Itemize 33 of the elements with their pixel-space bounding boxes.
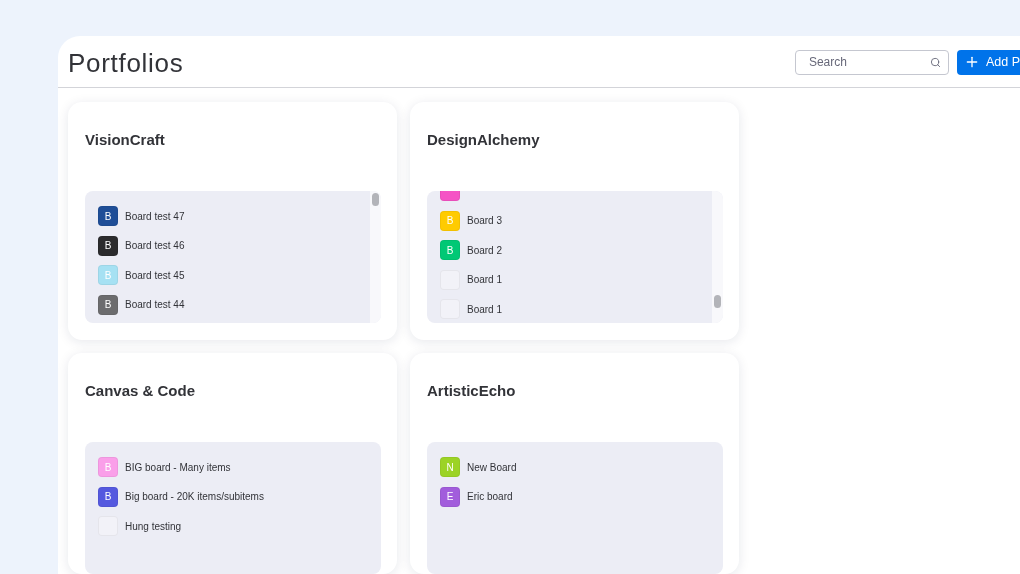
board-item[interactable]: B Board test 47 bbox=[98, 206, 185, 226]
board-avatar: B bbox=[98, 235, 118, 256]
portfolio-title: DesignAlchemy bbox=[427, 130, 540, 150]
board-item[interactable]: B Board test 44 bbox=[98, 294, 185, 315]
search-icon bbox=[929, 56, 941, 68]
add-button[interactable]: Add P bbox=[956, 49, 1020, 75]
portfolio-title: ArtisticEcho bbox=[427, 381, 516, 401]
scrollbar-thumb[interactable] bbox=[714, 295, 721, 308]
portfolio-title: Canvas & Code bbox=[85, 381, 196, 401]
board-avatar: N bbox=[440, 457, 460, 477]
board-item[interactable]: B Board test 45 bbox=[98, 265, 185, 285]
board-item[interactable]: N New Board bbox=[440, 457, 517, 477]
board-avatar: B bbox=[98, 457, 118, 477]
board-avatar: B bbox=[440, 240, 460, 260]
board-avatar: E bbox=[440, 486, 460, 507]
board-item[interactable]: E Eric board bbox=[440, 486, 513, 507]
board-avatar: B bbox=[98, 486, 118, 507]
board-item[interactable]: B Board 3 bbox=[440, 210, 503, 231]
search-field[interactable]: Search bbox=[794, 49, 949, 75]
board-item[interactable]: Hung testing bbox=[98, 516, 182, 536]
scrollbar-thumb[interactable] bbox=[372, 193, 379, 206]
board-avatar: B bbox=[98, 265, 118, 285]
board-item[interactable]: B BIG board - Many items bbox=[98, 457, 231, 477]
portfolio-title: VisionCraft bbox=[85, 130, 165, 150]
board-avatar: B bbox=[440, 210, 460, 231]
board-item[interactable]: B Board 2 bbox=[440, 240, 503, 260]
board-avatar: B bbox=[98, 294, 118, 315]
board-item[interactable]: B Big board - 20K items/subitems bbox=[98, 486, 264, 507]
board-item[interactable]: Board 1 bbox=[440, 299, 503, 319]
board-avatar: B bbox=[98, 206, 118, 226]
board-item[interactable]: B Board test 46 bbox=[98, 235, 185, 256]
board-item[interactable]: Board 1 bbox=[440, 269, 503, 290]
page-title: Portfolios bbox=[68, 48, 184, 78]
